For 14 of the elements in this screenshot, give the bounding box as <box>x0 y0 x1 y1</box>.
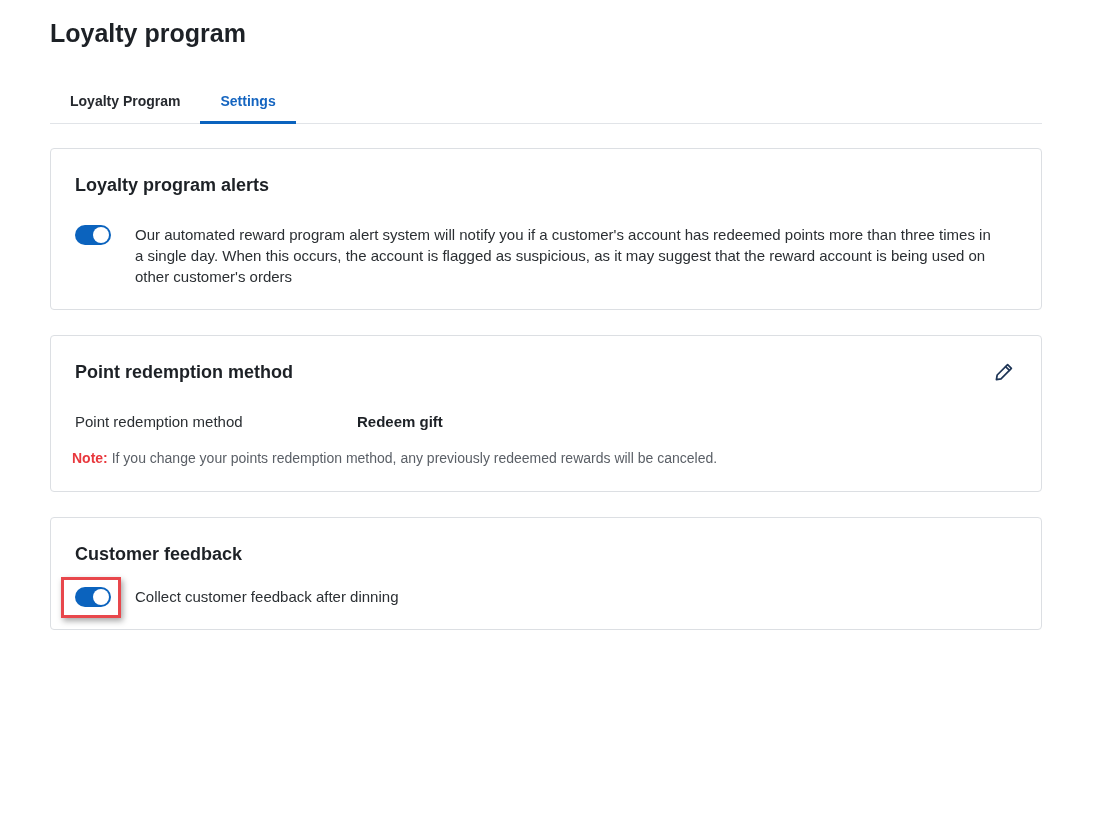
card-title: Loyalty program alerts <box>75 174 270 197</box>
page-title: Loyalty program <box>50 18 246 49</box>
field-value: Redeem gift <box>357 412 443 432</box>
field-label: Point redemption method <box>75 412 244 432</box>
pencil-icon[interactable] <box>995 363 1013 381</box>
setting-description: Collect customer feedback after dinning <box>135 587 399 607</box>
tab[interactable]: Settings <box>200 80 296 124</box>
setting-description: Our automated reward program alert system will notify you if a customer's account has redeemed points more than three times in a single day. When this occurs, the account is flagged as suspicious, as it may suggest that the reward account is being used on other customer's orders <box>135 225 992 287</box>
card-title: Point redemption method <box>75 361 293 384</box>
note-text: Note: If you change your points redemption method, any previously redeemed rewards will be canceled. <box>72 449 719 468</box>
card-title: Customer feedback <box>75 543 243 566</box>
toggle-switch[interactable] <box>75 225 111 245</box>
toggle-switch[interactable] <box>75 587 111 607</box>
tab[interactable]: Loyalty Program <box>50 80 201 124</box>
